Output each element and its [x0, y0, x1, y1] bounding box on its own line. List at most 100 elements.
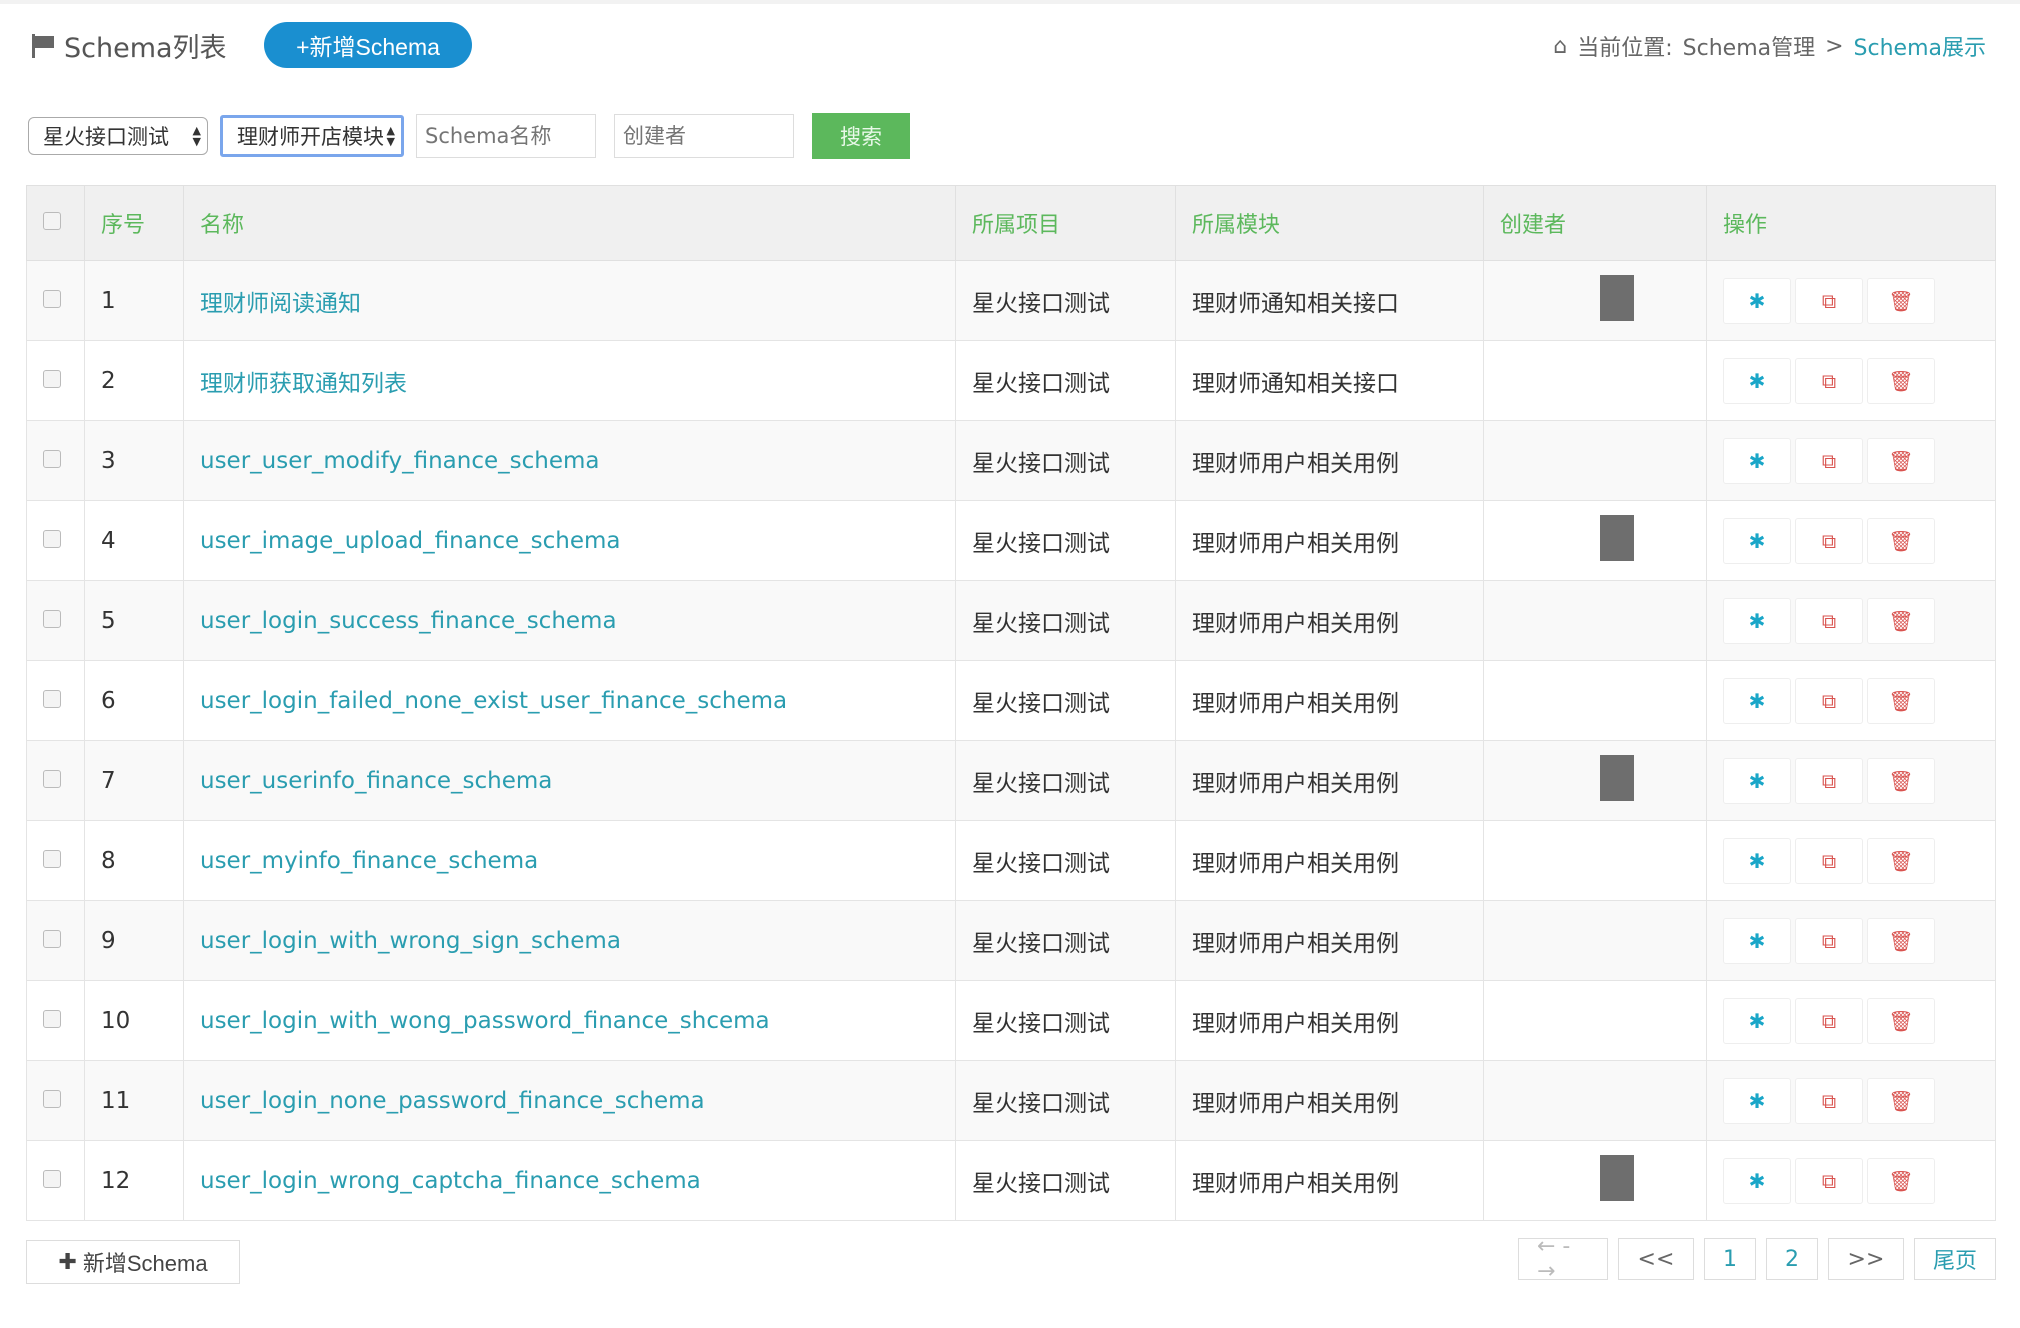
row-creator: [1484, 901, 1707, 981]
row-checkbox[interactable]: [43, 1090, 61, 1108]
schema-name-link[interactable]: user_myinfo_finance_schema: [200, 848, 538, 874]
copy-icon[interactable]: ⧉: [1795, 518, 1863, 564]
header-project: 所属项目: [956, 186, 1176, 261]
row-creator: [1484, 581, 1707, 661]
row-actions: ✱ ⧉ 🗑: [1707, 341, 1996, 421]
schema-name-link[interactable]: user_login_with_wong_password_finance_sh…: [200, 1008, 770, 1034]
header-actions: 操作: [1707, 186, 1996, 261]
schema-name-link[interactable]: 理财师获取通知列表: [200, 371, 407, 397]
page-2[interactable]: 2: [1766, 1238, 1818, 1280]
select-all-checkbox[interactable]: [43, 212, 61, 230]
debug-icon[interactable]: ✱: [1723, 438, 1791, 484]
schema-name-link[interactable]: user_user_modify_finance_schema: [200, 448, 600, 474]
row-select-cell: [27, 1141, 85, 1221]
debug-icon[interactable]: ✱: [1723, 678, 1791, 724]
schema-name-link[interactable]: user_login_failed_none_exist_user_financ…: [200, 688, 787, 714]
row-checkbox[interactable]: [43, 1170, 61, 1188]
page-title-text: Schema列表: [64, 26, 227, 65]
debug-icon[interactable]: ✱: [1723, 358, 1791, 404]
page-last[interactable]: 尾页: [1914, 1238, 1996, 1280]
row-actions: ✱ ⧉ 🗑: [1707, 421, 1996, 501]
breadcrumb-current[interactable]: Schema展示: [1854, 30, 1986, 62]
project-select[interactable]: 星火接口测试▲▼: [28, 117, 208, 155]
copy-icon[interactable]: ⧉: [1795, 758, 1863, 804]
row-select-cell: [27, 741, 85, 821]
copy-icon[interactable]: ⧉: [1795, 438, 1863, 484]
trash-icon[interactable]: 🗑: [1867, 278, 1935, 324]
breadcrumb-parent[interactable]: Schema管理: [1683, 30, 1815, 62]
trash-icon[interactable]: 🗑: [1867, 758, 1935, 804]
debug-icon[interactable]: ✱: [1723, 918, 1791, 964]
trash-icon[interactable]: 🗑: [1867, 518, 1935, 564]
row-checkbox[interactable]: [43, 690, 61, 708]
copy-icon[interactable]: ⧉: [1795, 678, 1863, 724]
row-actions: ✱ ⧉ 🗑: [1707, 581, 1996, 661]
trash-icon[interactable]: 🗑: [1867, 358, 1935, 404]
row-checkbox[interactable]: [43, 770, 61, 788]
trash-icon[interactable]: 🗑: [1867, 838, 1935, 884]
row-no: 8: [85, 821, 184, 901]
row-checkbox[interactable]: [43, 850, 61, 868]
row-checkbox[interactable]: [43, 450, 61, 468]
add-schema-button[interactable]: +新增Schema: [264, 22, 472, 68]
row-checkbox[interactable]: [43, 290, 61, 308]
row-creator: [1484, 341, 1707, 421]
trash-icon[interactable]: 🗑: [1867, 598, 1935, 644]
schema-name-input[interactable]: [416, 114, 596, 158]
trash-icon[interactable]: 🗑: [1867, 678, 1935, 724]
row-project: 星火接口测试: [956, 501, 1176, 581]
copy-icon[interactable]: ⧉: [1795, 1078, 1863, 1124]
copy-icon[interactable]: ⧉: [1795, 598, 1863, 644]
copy-icon[interactable]: ⧉: [1795, 838, 1863, 884]
search-button[interactable]: 搜索: [812, 113, 910, 159]
table-row: 8 user_myinfo_finance_schema 星火接口测试 理财师用…: [27, 821, 1996, 901]
page-first[interactable]: ← - →: [1518, 1238, 1608, 1280]
debug-icon[interactable]: ✱: [1723, 838, 1791, 884]
module-select[interactable]: 理财师开店模块▲▼: [220, 115, 404, 157]
debug-icon[interactable]: ✱: [1723, 1158, 1791, 1204]
copy-icon[interactable]: ⧉: [1795, 1158, 1863, 1204]
debug-icon[interactable]: ✱: [1723, 518, 1791, 564]
schema-name-link[interactable]: user_login_wrong_captcha_finance_schema: [200, 1168, 701, 1194]
table-row: 3 user_user_modify_finance_schema 星火接口测试…: [27, 421, 1996, 501]
table-row: 10 user_login_with_wong_password_finance…: [27, 981, 1996, 1061]
row-no: 9: [85, 901, 184, 981]
schema-name-link[interactable]: user_login_with_wrong_sign_schema: [200, 928, 621, 954]
debug-icon[interactable]: ✱: [1723, 998, 1791, 1044]
schema-name-link[interactable]: user_login_none_password_finance_schema: [200, 1088, 705, 1114]
trash-icon[interactable]: 🗑: [1867, 998, 1935, 1044]
add-schema-bottom-button[interactable]: ✚新增Schema: [26, 1240, 240, 1284]
row-creator: [1484, 661, 1707, 741]
debug-icon[interactable]: ✱: [1723, 598, 1791, 644]
row-checkbox[interactable]: [43, 370, 61, 388]
copy-icon[interactable]: ⧉: [1795, 278, 1863, 324]
schema-name-link[interactable]: user_image_upload_finance_schema: [200, 528, 621, 554]
trash-icon[interactable]: 🗑: [1867, 438, 1935, 484]
page-1[interactable]: 1: [1704, 1238, 1756, 1280]
top-border: [0, 0, 2020, 4]
schema-name-link[interactable]: user_login_success_finance_schema: [200, 608, 617, 634]
row-select-cell: [27, 501, 85, 581]
row-name-cell: user_myinfo_finance_schema: [184, 821, 956, 901]
trash-icon[interactable]: 🗑: [1867, 1158, 1935, 1204]
row-checkbox[interactable]: [43, 1010, 61, 1028]
copy-icon[interactable]: ⧉: [1795, 918, 1863, 964]
row-creator: [1484, 261, 1707, 341]
schema-name-link[interactable]: user_userinfo_finance_schema: [200, 768, 552, 794]
trash-icon[interactable]: 🗑: [1867, 1078, 1935, 1124]
trash-icon[interactable]: 🗑: [1867, 918, 1935, 964]
header-module: 所属模块: [1176, 186, 1484, 261]
schema-name-link[interactable]: 理财师阅读通知: [200, 291, 361, 317]
debug-icon[interactable]: ✱: [1723, 278, 1791, 324]
row-checkbox[interactable]: [43, 930, 61, 948]
table-row: 5 user_login_success_finance_schema 星火接口…: [27, 581, 1996, 661]
row-checkbox[interactable]: [43, 530, 61, 548]
debug-icon[interactable]: ✱: [1723, 1078, 1791, 1124]
debug-icon[interactable]: ✱: [1723, 758, 1791, 804]
creator-input[interactable]: [614, 114, 794, 158]
page-prev[interactable]: <<: [1618, 1238, 1694, 1280]
copy-icon[interactable]: ⧉: [1795, 998, 1863, 1044]
page-next[interactable]: >>: [1828, 1238, 1904, 1280]
copy-icon[interactable]: ⧉: [1795, 358, 1863, 404]
row-checkbox[interactable]: [43, 610, 61, 628]
